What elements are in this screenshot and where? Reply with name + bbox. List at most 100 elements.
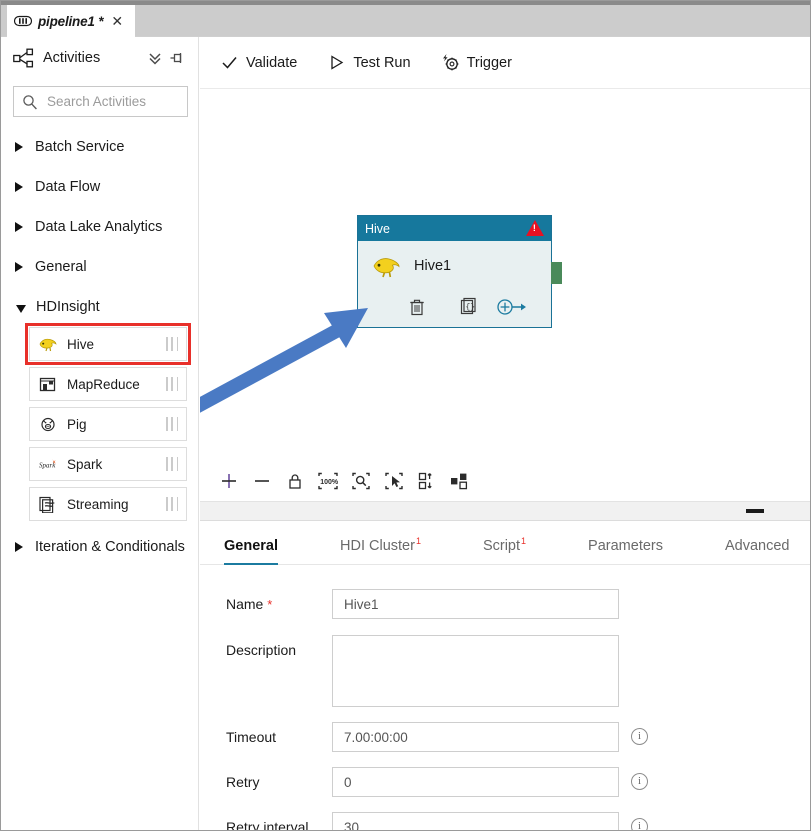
info-icon[interactable]: i: [631, 818, 648, 830]
activity-categories: Batch Service Data Flow Data Lake Analyt…: [1, 127, 199, 567]
trigger-button[interactable]: Trigger: [439, 49, 526, 76]
form-row-retry-interval: Retry interval i: [200, 812, 810, 830]
tab-advanced[interactable]: Advanced: [725, 538, 790, 564]
activity-item-label: Streaming: [67, 496, 129, 512]
activities-header: Activities: [1, 37, 199, 79]
code-brackets-icon[interactable]: {}: [457, 296, 479, 318]
tab-hdi-cluster[interactable]: HDI Cluster1: [340, 536, 421, 564]
spark-icon: Spark: [38, 455, 58, 473]
cursor-select-icon[interactable]: [382, 469, 406, 493]
test-run-label: Test Run: [353, 54, 411, 71]
activities-title: Activities: [43, 50, 101, 66]
category-hdinsight[interactable]: HDInsight: [1, 287, 199, 327]
tab-general[interactable]: General: [224, 538, 278, 565]
info-icon[interactable]: i: [631, 728, 648, 745]
description-textarea[interactable]: [332, 635, 619, 707]
activity-node-actions: {}: [358, 296, 551, 318]
form-row-description: Description: [200, 635, 810, 707]
warning-triangle-icon[interactable]: [526, 220, 544, 236]
drag-handle[interactable]: [166, 457, 178, 471]
chevron-right-icon: [15, 142, 23, 152]
form-row-name: Name *: [200, 589, 810, 620]
activity-type-label: Hive: [365, 221, 391, 236]
tab-label: Parameters: [588, 538, 663, 554]
timeout-label: Timeout: [226, 729, 277, 745]
activity-node-header: Hive: [358, 216, 551, 241]
hive-icon: [38, 335, 58, 353]
activity-item-streaming[interactable]: Streaming: [29, 487, 187, 521]
svg-text:100%: 100%: [320, 479, 339, 486]
search-input[interactable]: [45, 93, 179, 110]
category-iteration-conditionals[interactable]: Iteration & Conditionals: [1, 527, 199, 567]
info-icon[interactable]: i: [631, 773, 648, 790]
category-label: HDInsight: [36, 299, 100, 315]
pipeline-tab[interactable]: pipeline1 * ✕: [7, 5, 135, 37]
pipeline-icon: [13, 14, 33, 28]
tab-error-badge: 1: [415, 536, 421, 547]
properties-tabs: General HDI Cluster1 Script1 Parameters …: [200, 521, 810, 565]
category-label: Iteration & Conditionals: [35, 539, 185, 555]
zoom-out-button[interactable]: [250, 469, 274, 493]
activities-share-icon: [13, 48, 35, 68]
zoom-100-percent-icon[interactable]: 100%: [316, 469, 340, 493]
activity-item-label: Pig: [67, 416, 87, 432]
tab-parameters[interactable]: Parameters: [588, 538, 663, 564]
chevron-right-icon: [15, 542, 23, 552]
streaming-icon: [38, 495, 58, 514]
name-input[interactable]: [332, 589, 619, 619]
chevron-right-icon: [15, 262, 23, 272]
drag-handle[interactable]: [166, 497, 178, 511]
double-chevron-down-icon[interactable]: [145, 48, 165, 68]
test-run-button[interactable]: Test Run: [325, 49, 424, 76]
trigger-label: Trigger: [466, 54, 512, 71]
activity-item-mapreduce[interactable]: MapReduce: [29, 367, 187, 401]
tab-label: HDI Cluster: [340, 538, 415, 554]
pipeline-tab-label: pipeline1 *: [38, 13, 104, 29]
chevron-right-icon: [15, 222, 23, 232]
tab-script[interactable]: Script1: [483, 536, 526, 564]
drag-handle[interactable]: [166, 337, 178, 351]
zoom-in-button[interactable]: [217, 469, 241, 493]
search-activities-box[interactable]: [13, 86, 188, 117]
layout-squares-icon[interactable]: [448, 469, 472, 493]
activity-item-label: MapReduce: [67, 376, 140, 392]
close-icon[interactable]: ✕: [111, 14, 123, 28]
magnifier-fit-icon[interactable]: [349, 469, 373, 493]
lock-icon[interactable]: [283, 469, 307, 493]
plus-arrow-icon[interactable]: [495, 296, 529, 318]
trash-icon[interactable]: [406, 296, 428, 318]
description-label: Description: [226, 642, 297, 658]
activity-item-label: Spark: [67, 456, 103, 472]
drag-handle[interactable]: [166, 417, 178, 431]
pipeline-canvas[interactable]: Hive Hive1: [200, 89, 810, 461]
validate-button[interactable]: Validate: [218, 49, 311, 76]
retry-interval-input[interactable]: [332, 812, 619, 830]
category-data-flow[interactable]: Data Flow: [1, 167, 199, 207]
activity-item-pig[interactable]: Pig: [29, 407, 187, 441]
form-row-retry: Retry i: [200, 767, 810, 797]
drag-handle[interactable]: [166, 377, 178, 391]
pipeline-command-bar: Validate Test Run Trigger: [200, 37, 810, 89]
category-data-lake-analytics[interactable]: Data Lake Analytics: [1, 207, 199, 247]
category-label: Batch Service: [35, 139, 125, 155]
timeout-control: i: [332, 722, 810, 752]
activity-item-hive[interactable]: Hive: [25, 323, 191, 365]
timeout-input[interactable]: [332, 722, 619, 752]
pipeline-workspace: Validate Test Run Trigger Hive ! Hive1 {…: [200, 37, 810, 830]
svg-text:Spark: Spark: [39, 462, 56, 470]
name-label: Name *: [200, 589, 332, 620]
activity-item-spark[interactable]: Spark Spark: [29, 447, 187, 481]
window-tabstrip: pipeline1 * ✕: [1, 1, 810, 37]
activity-output-connector[interactable]: [551, 262, 562, 284]
auto-align-icon[interactable]: [415, 469, 439, 493]
form-row-timeout: Timeout i: [200, 722, 810, 752]
category-batch-service[interactable]: Batch Service: [1, 127, 199, 167]
category-label: General: [35, 259, 87, 275]
minimize-panel-button[interactable]: [746, 509, 764, 513]
activity-properties-panel: General HDI Cluster1 Script1 Parameters …: [200, 502, 810, 830]
pin-icon[interactable]: [167, 48, 187, 68]
retry-input[interactable]: [332, 767, 619, 797]
category-general[interactable]: General: [1, 247, 199, 287]
properties-collapse-row: [200, 502, 810, 521]
activity-node-hive1[interactable]: Hive Hive1: [357, 215, 562, 328]
